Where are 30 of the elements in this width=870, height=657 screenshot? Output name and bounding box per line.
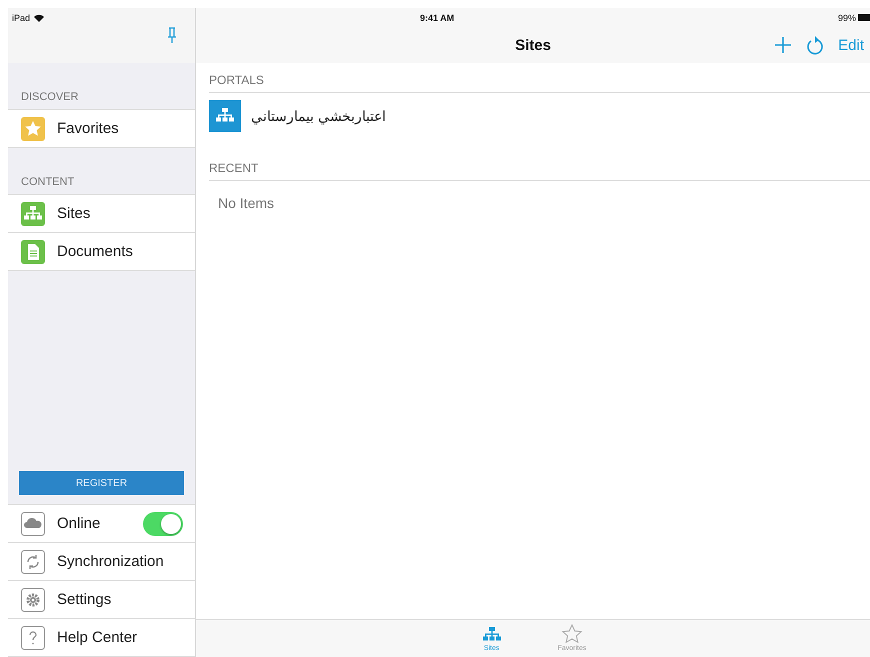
- sync-icon: [21, 550, 45, 574]
- refresh-icon[interactable]: [806, 35, 824, 55]
- sidebar-item[interactable]: Online: [8, 505, 195, 543]
- portal-name[interactable]: اعتباربخشي بيمارستاني: [251, 108, 386, 124]
- sidebar-item[interactable]: Sites: [8, 195, 195, 233]
- empty-message: No Items: [217, 194, 276, 211]
- battery-icon: [858, 14, 870, 21]
- pin-icon[interactable]: [167, 27, 177, 43]
- sidebar-item[interactable]: Documents: [8, 233, 195, 271]
- star-icon: [560, 623, 584, 645]
- device-name: iPad: [12, 12, 30, 22]
- battery-percent: 99%: [838, 12, 856, 22]
- sidebar-item[interactable]: Settings: [8, 581, 195, 619]
- sidebar-item[interactable]: Help Center: [8, 619, 195, 657]
- sitemap-icon: [209, 100, 241, 132]
- section-header: RECENT: [209, 151, 870, 181]
- nav-title: Sites: [515, 36, 551, 54]
- add-icon[interactable]: [774, 36, 792, 54]
- status-time: 9:41 AM: [420, 12, 454, 22]
- wifi-icon: [34, 14, 44, 22]
- sidebar-item[interactable]: Synchronization: [8, 543, 195, 581]
- cloud-icon: [21, 512, 45, 536]
- help-icon: [21, 626, 45, 650]
- section-header: PORTALS: [209, 63, 870, 93]
- sidebar-item[interactable]: Favorites: [8, 110, 195, 148]
- settings-icon: [21, 588, 45, 612]
- document-icon: [21, 240, 45, 264]
- register-button[interactable]: REGISTER: [19, 471, 184, 495]
- sitemap-icon: [21, 202, 45, 226]
- toggle-switch[interactable]: [143, 512, 183, 536]
